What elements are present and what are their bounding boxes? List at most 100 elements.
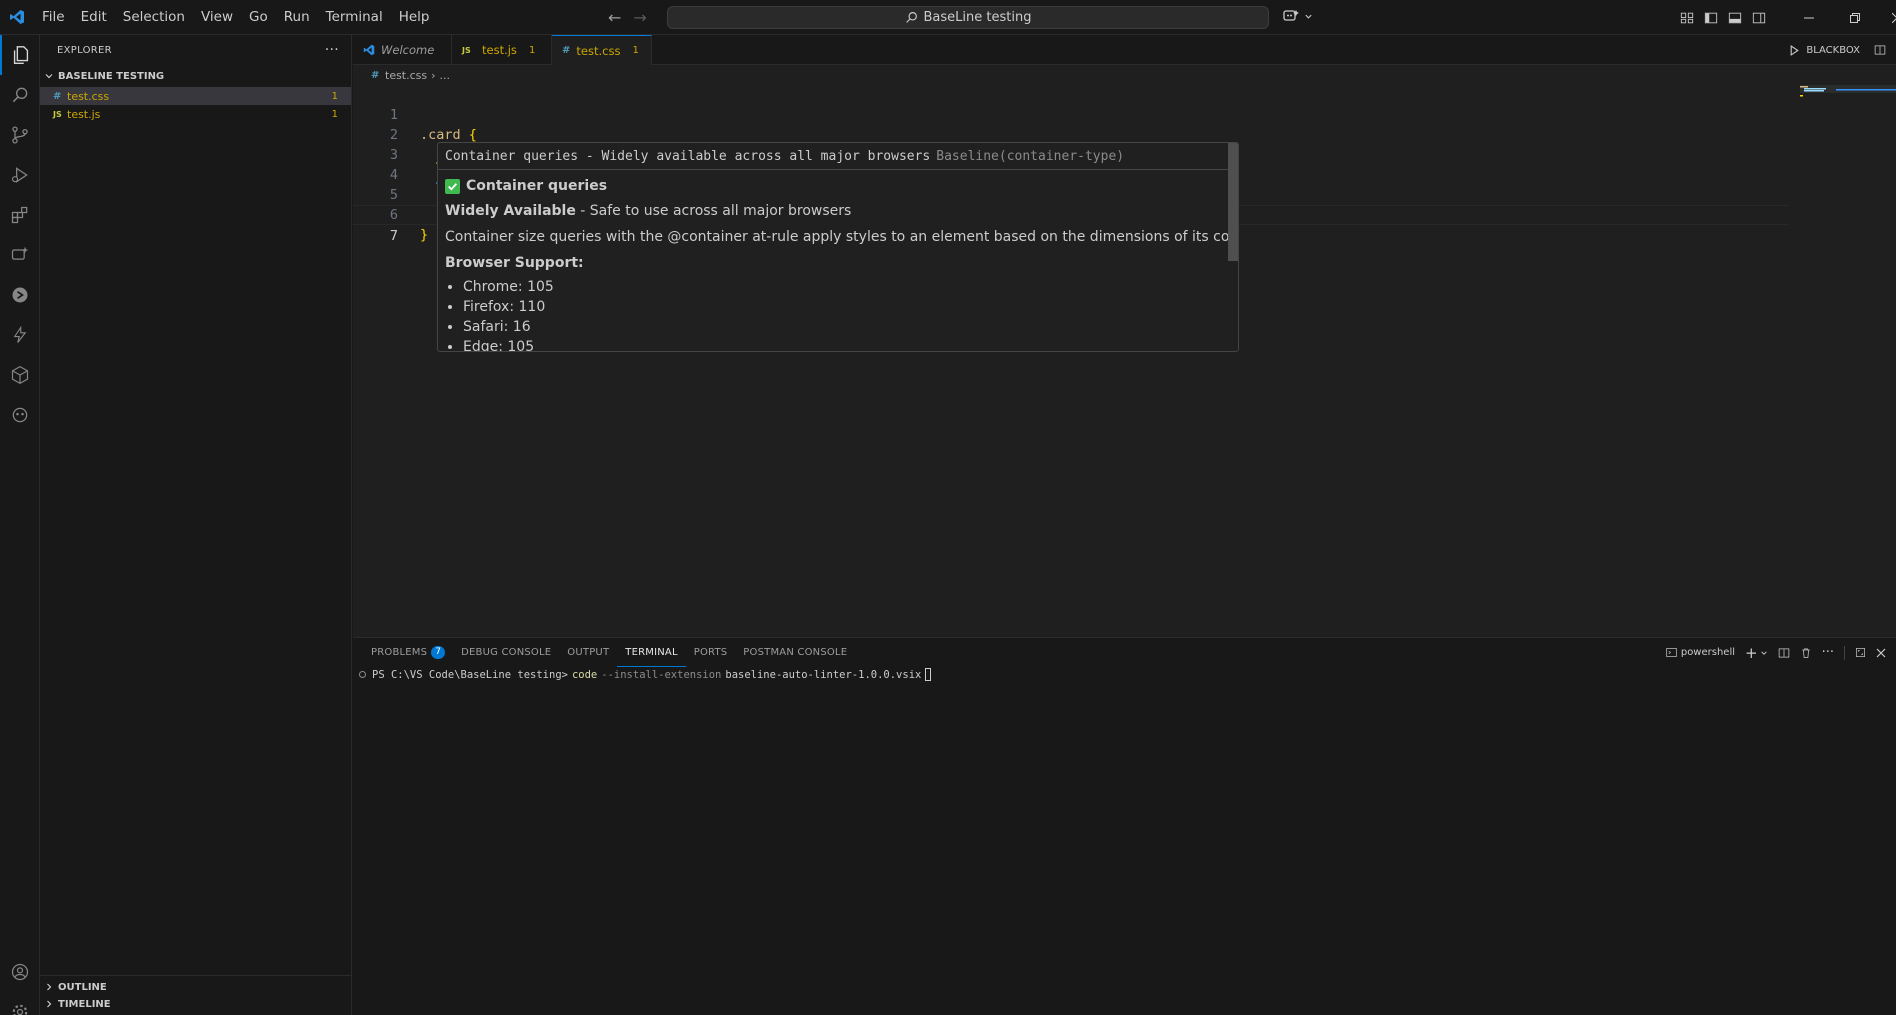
menu-go[interactable]: Go — [241, 0, 276, 35]
remote-explorer-icon — [12, 287, 28, 303]
file-item-test-css[interactable]: # test.css 1 — [40, 87, 351, 105]
css-file-icon: # — [371, 69, 380, 81]
back-arrow-icon[interactable]: ← — [608, 8, 621, 27]
activity-run-debug[interactable] — [0, 155, 40, 195]
hover-title: Container queries — [445, 176, 1231, 196]
menu-run[interactable]: Run — [276, 0, 318, 35]
play-icon[interactable] — [1789, 44, 1800, 56]
bottom-panel: PROBLEMS 7 DEBUG CONSOLE OUTPUT TERMINAL… — [353, 637, 1896, 1015]
activity-bar — [0, 35, 40, 1015]
copilot-menu-button[interactable] — [1283, 8, 1313, 24]
timeline-header[interactable]: TIMELINE — [40, 993, 351, 1015]
list-item: Edge: 105 — [463, 337, 1231, 351]
more-actions-icon[interactable]: ··· — [325, 42, 339, 58]
code-line: 1 .card { — [353, 85, 1789, 143]
tab-label: PROBLEMS — [371, 647, 428, 658]
toggle-primary-sidebar-icon[interactable] — [1704, 11, 1718, 25]
activity-manage[interactable] — [0, 992, 40, 1015]
close-panel-icon[interactable] — [1876, 648, 1886, 658]
maximize-panel-icon[interactable] — [1855, 647, 1866, 658]
menu-selection[interactable]: Selection — [115, 0, 193, 35]
list-item: Chrome: 105 — [463, 277, 1231, 297]
split-editor-icon[interactable] — [1874, 44, 1886, 56]
terminal-shell-selector[interactable]: powershell — [1666, 647, 1735, 658]
forward-arrow-icon[interactable]: → — [633, 8, 646, 27]
activity-postman[interactable] — [0, 395, 40, 435]
activity-chat[interactable] — [0, 235, 40, 275]
list-item: Firefox: 110 — [463, 297, 1231, 317]
chevron-down-icon[interactable] — [1760, 649, 1768, 657]
hover-signature: Container queries - Widely available acr… — [438, 143, 1238, 170]
menu-help[interactable]: Help — [391, 0, 438, 35]
folder-header[interactable]: BASELINE TESTING — [40, 65, 351, 87]
command-center-search[interactable]: BaseLine testing — [667, 6, 1269, 29]
activity-extensions[interactable] — [0, 195, 40, 235]
terminal-output[interactable]: PS C:\VS Code\BaseLine testing> code --i… — [359, 668, 932, 681]
command-center-label: BaseLine testing — [923, 10, 1032, 25]
tab-postman-console[interactable]: POSTMAN CONSOLE — [735, 638, 855, 667]
explorer-sidebar: EXPLORER ··· BASELINE TESTING # test.css… — [40, 35, 352, 1015]
sidebar-title: EXPLORER — [57, 44, 112, 56]
vscode-logo-icon — [0, 0, 34, 35]
problem-count: 1 — [632, 45, 639, 56]
vscode-window: File Edit Selection View Go Run Terminal… — [0, 0, 1896, 1015]
activity-lightning[interactable] — [0, 315, 40, 355]
close-window-button[interactable] — [1878, 0, 1896, 35]
tab-terminal[interactable]: TERMINAL — [617, 638, 686, 667]
more-actions-icon[interactable]: ··· — [1822, 645, 1834, 660]
tab-label: test.js — [482, 43, 517, 57]
hover-scrollbar[interactable] — [1228, 143, 1238, 261]
terminal-prompt: PS C:\VS Code\BaseLine testing> — [372, 668, 568, 681]
close-icon — [1892, 12, 1896, 23]
restore-button[interactable] — [1832, 0, 1878, 35]
timeline-section[interactable]: TIMELINE — [40, 993, 351, 1015]
new-terminal-plus-icon[interactable]: + — [1745, 644, 1758, 662]
toggle-secondary-sidebar-icon[interactable] — [1752, 11, 1766, 25]
activity-cube[interactable] — [0, 355, 40, 395]
breadcrumb-file[interactable]: test.css — [385, 69, 427, 82]
chevron-down-icon — [1305, 14, 1312, 19]
tab-debug-console[interactable]: DEBUG CONSOLE — [453, 638, 559, 667]
tab-output[interactable]: OUTPUT — [559, 638, 617, 667]
activity-accounts[interactable] — [0, 952, 40, 992]
postman-icon — [12, 407, 28, 423]
availability-status: Widely Available - Safe to use across al… — [445, 201, 1231, 221]
folder-name: BASELINE TESTING — [58, 70, 165, 82]
tab-ports[interactable]: PORTS — [686, 638, 736, 667]
tab-test-css[interactable]: # test.css 1 — [552, 35, 652, 65]
minimize-button[interactable] — [1786, 0, 1832, 35]
file-name: test.css — [67, 89, 110, 103]
file-item-test-js[interactable]: JS test.js 1 — [40, 105, 351, 123]
divider — [1844, 645, 1845, 660]
search-icon — [12, 87, 28, 103]
customize-layout-icon[interactable] — [1680, 11, 1694, 25]
activity-remote[interactable] — [0, 275, 40, 315]
tab-welcome[interactable]: Welcome — [353, 35, 452, 65]
hover-body: Container queries Widely Available - Saf… — [438, 170, 1238, 351]
js-file-icon: JS — [53, 109, 62, 119]
menu-file[interactable]: File — [34, 0, 73, 35]
activity-explorer[interactable] — [0, 35, 40, 75]
menu-edit[interactable]: Edit — [73, 0, 115, 35]
files-icon — [13, 46, 29, 64]
layout-controls — [1680, 0, 1766, 35]
hover-signature-meta: Baseline(container-type) — [936, 148, 1125, 164]
menu-terminal[interactable]: Terminal — [318, 0, 391, 35]
timeline-label: TIMELINE — [58, 998, 111, 1010]
trash-icon[interactable] — [1800, 647, 1812, 659]
breadcrumb-symbol[interactable]: ... — [440, 69, 451, 82]
chevron-right-icon: › — [431, 68, 436, 82]
menu-view[interactable]: View — [193, 0, 241, 35]
split-terminal-icon[interactable] — [1778, 647, 1790, 659]
activity-source-control[interactable] — [0, 115, 40, 155]
tab-problems[interactable]: PROBLEMS 7 — [363, 638, 453, 667]
tab-test-js[interactable]: JS test.js 1 — [452, 35, 552, 65]
source-control-icon — [12, 126, 28, 144]
status-detail: - Safe to use across all major browsers — [575, 203, 852, 219]
sidebar-header: EXPLORER ··· — [40, 35, 351, 65]
minimap[interactable] — [1796, 85, 1896, 637]
blackbox-button[interactable]: BLACKBOX — [1806, 45, 1860, 56]
activity-search[interactable] — [0, 75, 40, 115]
terminal-command: code — [571, 668, 598, 681]
toggle-panel-icon[interactable] — [1728, 11, 1742, 25]
